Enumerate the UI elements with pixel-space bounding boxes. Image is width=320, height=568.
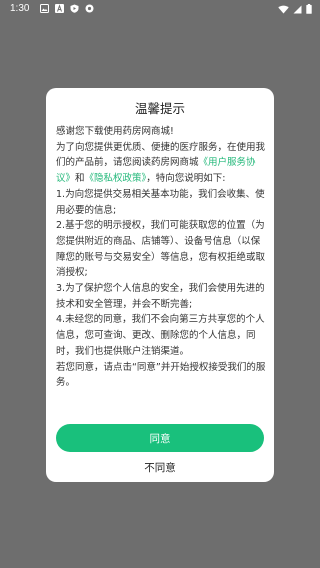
dialog-body: 感谢您下载使用药房网商城! 为了向您提供更优质、便捷的医疗服务，在使用我们的产品…: [56, 124, 268, 391]
intro-paragraph: 为了向您提供更优质、便捷的医疗服务，在使用我们的产品前，请您阅读药房网商城《用户…: [56, 140, 268, 187]
image-icon: [40, 4, 49, 13]
item-2: 2.基于您的明示授权，我们可能获取您的位置（为您提供附近的商品、店铺等）、设备号…: [56, 220, 266, 279]
item-3: 3.为了保护您个人信息的安全，我们会使用先进的技术和安全管理，并会不断完善;: [56, 283, 265, 310]
privacy-policy-link[interactable]: 《隐私权政策》: [85, 173, 147, 184]
item-1: 1.为向您提供交易相关基本功能，我们会收集、使用必要的信息;: [56, 188, 265, 216]
status-bar: 1:30: [0, 0, 320, 18]
shield-icon: [85, 4, 94, 13]
agree-button[interactable]: 同意: [56, 424, 264, 452]
font-icon: [55, 4, 64, 13]
battery-icon: [306, 4, 312, 17]
signal-icon: [293, 5, 302, 17]
status-time: 1:30: [10, 3, 30, 14]
privacy-dialog: 温馨提示 感谢您下载使用药房网商城! 为了向您提供更优质、便捷的医疗服务，在使用…: [46, 88, 274, 482]
notification-icons: [40, 4, 94, 13]
item-4: 4.未经您的同意，我们不会向第三方共享您的个人信息，您可查询、更改、删除您的个人…: [56, 314, 265, 357]
and-text: 和: [75, 173, 85, 185]
greeting-text: 感谢您下载使用药房网商城!: [56, 126, 174, 137]
wifi-icon: [278, 5, 289, 17]
dialog-title: 温馨提示: [134, 101, 185, 116]
play-protect-icon: [70, 4, 79, 13]
disagree-button[interactable]: 不同意: [46, 458, 274, 476]
system-icons: [278, 4, 312, 17]
intro-suffix: ，特向您说明如下:: [146, 173, 226, 185]
closing-text: 若您同意，请点击“同意”并开始授权接受我们的服务。: [56, 361, 266, 389]
